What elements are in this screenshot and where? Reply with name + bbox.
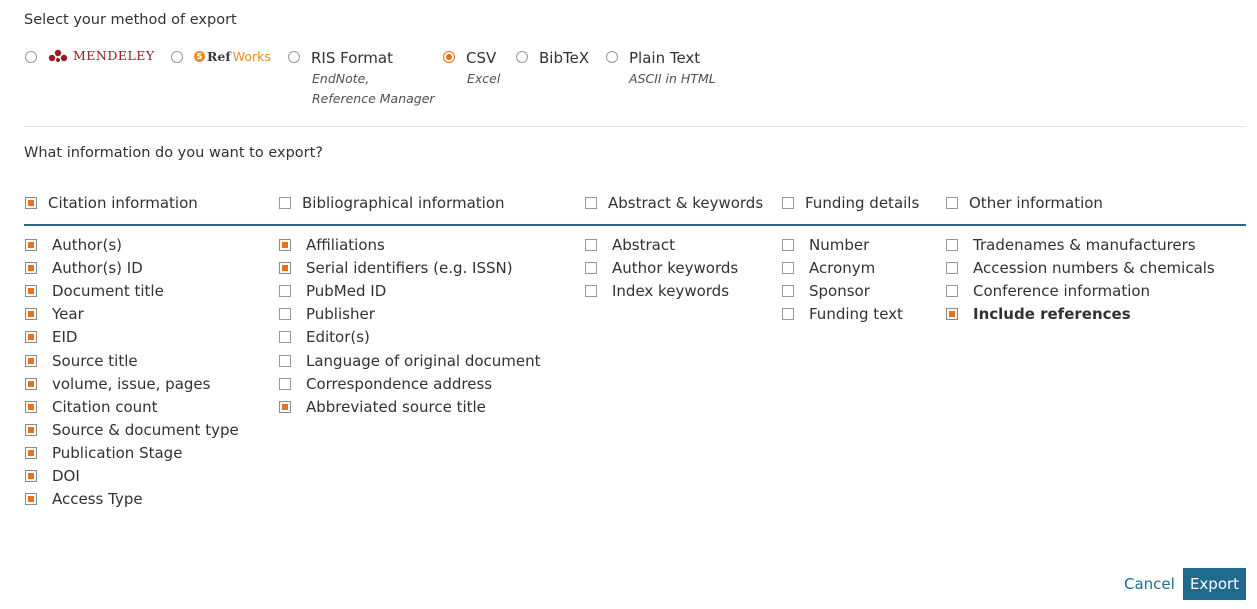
option-label-eid[interactable]: EID [52,328,77,346]
option-label-document-title[interactable]: Document title [52,282,164,300]
checkbox-editor-s[interactable] [279,331,291,343]
bibtex-label[interactable]: BibTeX [539,49,589,67]
csv-sub1: Excel [467,71,501,86]
option-label-doi[interactable]: DOI [52,467,80,485]
ris-sub1: EndNote, [312,71,370,86]
checkbox-affiliations[interactable] [279,239,291,251]
checkbox-eid[interactable] [25,331,37,343]
checkbox-publication-stage[interactable] [25,447,37,459]
option-label-sponsor[interactable]: Sponsor [809,282,870,300]
ris-label[interactable]: RIS Format [311,49,393,67]
checkbox-tradenames-manufacturers[interactable] [946,239,958,251]
checkbox-funding-text[interactable] [782,308,794,320]
refworks-label-works: Works [232,49,271,64]
checkbox-acronym[interactable] [782,262,794,274]
plaintext-label[interactable]: Plain Text [629,49,700,67]
refworks-label-ref: Ref [207,49,231,64]
checkbox-sponsor[interactable] [782,285,794,297]
option-label-year[interactable]: Year [52,305,84,323]
option-label-citation-count[interactable]: Citation count [52,398,158,416]
option-label-funding-text[interactable]: Funding text [809,305,903,323]
checkbox-abbreviated-source-title[interactable] [279,401,291,413]
mendeley-logo[interactable]: MENDELEY [47,48,155,63]
export-button[interactable]: Export [1183,568,1246,600]
checkbox-serial-identifiers-e-g-issn[interactable] [279,262,291,274]
group-checkbox-other-information[interactable] [946,197,958,209]
option-label-affiliations[interactable]: Affiliations [306,236,385,254]
option-label-source-document-type[interactable]: Source & document type [52,421,239,439]
option-label-index-keywords[interactable]: Index keywords [612,282,729,300]
csv-label[interactable]: CSV [466,49,496,67]
option-label-tradenames-manufacturers[interactable]: Tradenames & manufacturers [973,236,1196,254]
option-label-abbreviated-source-title[interactable]: Abbreviated source title [306,398,486,416]
radio-csv[interactable] [443,51,455,63]
checkbox-volume-issue-pages[interactable] [25,378,37,390]
option-label-correspondence-address[interactable]: Correspondence address [306,375,492,393]
export-method-title: Select your method of export [24,12,237,28]
mendeley-icon [48,49,68,62]
option-label-number[interactable]: Number [809,236,869,254]
option-label-access-type[interactable]: Access Type [52,490,143,508]
checkbox-conference-information[interactable] [946,285,958,297]
section-divider [24,126,1246,127]
option-label-abstract[interactable]: Abstract [612,236,675,254]
ris-sub2: Reference Manager [312,91,435,106]
checkbox-citation-count[interactable] [25,401,37,413]
option-label-volume-issue-pages[interactable]: volume, issue, pages [52,375,210,393]
group-checkbox-abstract-keywords[interactable] [585,197,597,209]
checkbox-year[interactable] [25,308,37,320]
option-label-pubmed-id[interactable]: PubMed ID [306,282,386,300]
radio-ris[interactable] [288,51,300,63]
option-label-publication-stage[interactable]: Publication Stage [52,444,182,462]
group-label-abstract-keywords[interactable]: Abstract & keywords [608,194,763,212]
radio-mendeley[interactable] [25,51,37,63]
option-label-source-title[interactable]: Source title [52,352,138,370]
checkbox-include-references[interactable] [946,308,958,320]
radio-plaintext[interactable] [606,51,618,63]
option-label-serial-identifiers-e-g-issn[interactable]: Serial identifiers (e.g. ISSN) [306,259,513,277]
option-label-author-s[interactable]: Author(s) [52,236,122,254]
checkbox-number[interactable] [782,239,794,251]
group-checkbox-funding-details[interactable] [782,197,794,209]
checkbox-access-type[interactable] [25,493,37,505]
refworks-icon: S [194,51,205,62]
group-label-other-information[interactable]: Other information [969,194,1103,212]
option-label-author-keywords[interactable]: Author keywords [612,259,738,277]
checkbox-source-title[interactable] [25,355,37,367]
export-info-title: What information do you want to export? [24,145,323,161]
header-rule [24,224,1246,226]
group-label-funding-details[interactable]: Funding details [805,194,919,212]
option-label-conference-information[interactable]: Conference information [973,282,1150,300]
option-label-publisher[interactable]: Publisher [306,305,375,323]
checkbox-accession-numbers-chemicals[interactable] [946,262,958,274]
checkbox-correspondence-address[interactable] [279,378,291,390]
mendeley-label: MENDELEY [73,48,155,63]
plaintext-sub1: ASCII in HTML [629,71,716,86]
checkbox-abstract[interactable] [585,239,597,251]
option-label-editor-s[interactable]: Editor(s) [306,328,370,346]
checkbox-author-s-id[interactable] [25,262,37,274]
refworks-logo[interactable]: S Ref Works [194,49,271,64]
option-label-language-of-original-document[interactable]: Language of original document [306,352,541,370]
group-label-citation-information[interactable]: Citation information [48,194,198,212]
checkbox-publisher[interactable] [279,308,291,320]
checkbox-author-s[interactable] [25,239,37,251]
checkbox-source-document-type[interactable] [25,424,37,436]
checkbox-language-of-original-document[interactable] [279,355,291,367]
checkbox-pubmed-id[interactable] [279,285,291,297]
radio-bibtex[interactable] [516,51,528,63]
option-label-author-s-id[interactable]: Author(s) ID [52,259,143,277]
radio-refworks[interactable] [171,51,183,63]
group-checkbox-bibliographical-information[interactable] [279,197,291,209]
group-label-bibliographical-information[interactable]: Bibliographical information [302,194,505,212]
cancel-button[interactable]: Cancel [1124,575,1175,593]
checkbox-author-keywords[interactable] [585,262,597,274]
checkbox-index-keywords[interactable] [585,285,597,297]
option-label-acronym[interactable]: Acronym [809,259,875,277]
group-checkbox-citation-information[interactable] [25,197,37,209]
checkbox-doi[interactable] [25,470,37,482]
checkbox-document-title[interactable] [25,285,37,297]
option-label-include-references[interactable]: Include references [973,305,1131,323]
option-label-accession-numbers-chemicals[interactable]: Accession numbers & chemicals [973,259,1215,277]
